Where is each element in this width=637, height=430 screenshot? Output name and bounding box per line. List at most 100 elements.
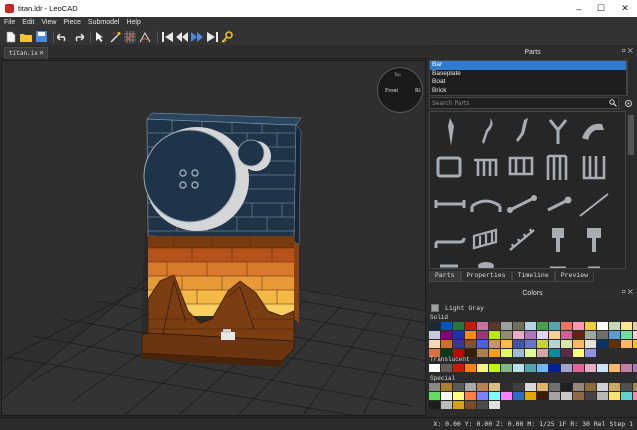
color-swatch[interactable] bbox=[489, 392, 500, 400]
search-options-icon[interactable] bbox=[623, 97, 634, 109]
color-swatch[interactable] bbox=[441, 364, 452, 372]
color-swatch[interactable] bbox=[477, 322, 488, 330]
color-swatch[interactable] bbox=[429, 401, 440, 409]
color-swatch[interactable] bbox=[585, 349, 596, 357]
part-thumbnail[interactable] bbox=[576, 258, 612, 268]
tab-parts[interactable]: Parts bbox=[429, 271, 461, 282]
color-swatch[interactable] bbox=[501, 322, 512, 330]
part-thumbnail[interactable] bbox=[540, 186, 576, 222]
color-swatch[interactable] bbox=[561, 364, 572, 372]
color-swatch[interactable] bbox=[513, 349, 524, 357]
close-window-button[interactable]: ✕ bbox=[613, 0, 637, 17]
color-swatch[interactable] bbox=[513, 340, 524, 348]
part-thumbnail[interactable] bbox=[504, 186, 540, 222]
color-swatch[interactable] bbox=[573, 349, 584, 357]
color-swatch[interactable] bbox=[549, 349, 560, 357]
color-swatch[interactable] bbox=[573, 340, 584, 348]
color-swatch[interactable] bbox=[477, 340, 488, 348]
color-swatch[interactable] bbox=[573, 364, 584, 372]
color-swatch[interactable] bbox=[513, 364, 524, 372]
color-swatch[interactable] bbox=[465, 331, 476, 339]
color-swatch[interactable] bbox=[441, 331, 452, 339]
color-swatch[interactable] bbox=[453, 383, 464, 391]
color-swatch[interactable] bbox=[477, 383, 488, 391]
color-swatch[interactable] bbox=[441, 383, 452, 391]
minimize-button[interactable]: – bbox=[567, 0, 591, 17]
color-swatch[interactable] bbox=[465, 364, 476, 372]
color-swatch[interactable] bbox=[561, 349, 572, 357]
color-swatch[interactable] bbox=[501, 392, 512, 400]
color-swatch[interactable] bbox=[621, 322, 632, 330]
color-swatch[interactable] bbox=[465, 340, 476, 348]
color-swatch[interactable] bbox=[621, 364, 632, 372]
tab-properties[interactable]: Properties bbox=[460, 271, 512, 282]
color-swatch[interactable] bbox=[441, 392, 452, 400]
undo-icon[interactable] bbox=[57, 31, 69, 43]
part-thumbnail[interactable] bbox=[504, 114, 540, 150]
color-swatch[interactable] bbox=[573, 383, 584, 391]
search-icon[interactable] bbox=[607, 97, 618, 109]
category-scrollbar[interactable] bbox=[627, 60, 635, 96]
color-swatch[interactable] bbox=[585, 340, 596, 348]
color-swatch[interactable] bbox=[573, 331, 584, 339]
part-thumbnail[interactable] bbox=[468, 114, 504, 150]
color-swatch[interactable] bbox=[537, 340, 548, 348]
part-thumbnail[interactable] bbox=[576, 186, 612, 222]
color-swatch[interactable] bbox=[477, 364, 488, 372]
color-swatch[interactable] bbox=[489, 331, 500, 339]
part-thumbnail[interactable] bbox=[468, 258, 504, 268]
color-swatch[interactable] bbox=[501, 340, 512, 348]
color-swatch[interactable] bbox=[453, 392, 464, 400]
color-swatch[interactable] bbox=[477, 331, 488, 339]
color-swatch[interactable] bbox=[513, 331, 524, 339]
parts-grid-scrollbar[interactable] bbox=[627, 111, 635, 269]
color-swatch[interactable] bbox=[633, 340, 637, 348]
color-swatch[interactable] bbox=[465, 392, 476, 400]
redo-icon[interactable] bbox=[72, 31, 84, 43]
color-swatch[interactable] bbox=[549, 340, 560, 348]
color-swatch[interactable] bbox=[453, 364, 464, 372]
color-swatch[interactable] bbox=[525, 331, 536, 339]
part-thumbnail[interactable] bbox=[504, 150, 540, 186]
color-swatch[interactable] bbox=[585, 364, 596, 372]
color-swatch[interactable] bbox=[513, 392, 524, 400]
color-swatch[interactable] bbox=[489, 401, 500, 409]
color-swatch[interactable] bbox=[429, 383, 440, 391]
color-swatch[interactable] bbox=[525, 340, 536, 348]
color-swatch[interactable] bbox=[561, 322, 572, 330]
menu-help[interactable]: Help bbox=[126, 19, 140, 26]
color-swatch[interactable] bbox=[633, 392, 637, 400]
search-parts-input[interactable]: Search Parts bbox=[429, 97, 619, 109]
color-swatch[interactable] bbox=[513, 322, 524, 330]
color-swatch[interactable] bbox=[609, 392, 620, 400]
parts-category-list[interactable]: Bar Baseplate Boat Brick bbox=[429, 60, 627, 96]
parts-thumbnail-grid[interactable] bbox=[429, 111, 626, 269]
model-viewport[interactable]: Top Front Ri bbox=[1, 60, 426, 416]
angle-snap-icon[interactable] bbox=[139, 31, 151, 43]
color-swatch[interactable] bbox=[549, 364, 560, 372]
color-swatch[interactable] bbox=[429, 392, 440, 400]
color-swatch[interactable] bbox=[621, 383, 632, 391]
color-swatch[interactable] bbox=[501, 349, 512, 357]
color-swatch[interactable] bbox=[621, 340, 632, 348]
tab-titan[interactable]: titan.ix ✕ bbox=[4, 47, 48, 59]
color-swatch[interactable] bbox=[609, 364, 620, 372]
color-swatch[interactable] bbox=[573, 322, 584, 330]
category-item-boat[interactable]: Boat bbox=[430, 78, 626, 87]
previous-step-icon[interactable] bbox=[176, 31, 188, 43]
color-swatch[interactable] bbox=[633, 322, 637, 330]
color-swatch[interactable] bbox=[489, 383, 500, 391]
select-arrow-icon[interactable] bbox=[94, 31, 106, 43]
color-swatch[interactable] bbox=[585, 383, 596, 391]
menu-submodel[interactable]: Submodel bbox=[88, 19, 120, 26]
color-swatch[interactable] bbox=[585, 392, 596, 400]
part-thumbnail[interactable] bbox=[468, 150, 504, 186]
save-icon[interactable] bbox=[35, 31, 47, 43]
part-thumbnail[interactable] bbox=[540, 258, 576, 268]
color-swatch[interactable] bbox=[549, 383, 560, 391]
tab-preview[interactable]: Preview bbox=[554, 271, 595, 282]
first-step-icon[interactable] bbox=[161, 31, 173, 43]
color-swatch[interactable] bbox=[537, 392, 548, 400]
maximize-button[interactable]: ☐ bbox=[589, 0, 613, 17]
color-swatch[interactable] bbox=[513, 383, 524, 391]
